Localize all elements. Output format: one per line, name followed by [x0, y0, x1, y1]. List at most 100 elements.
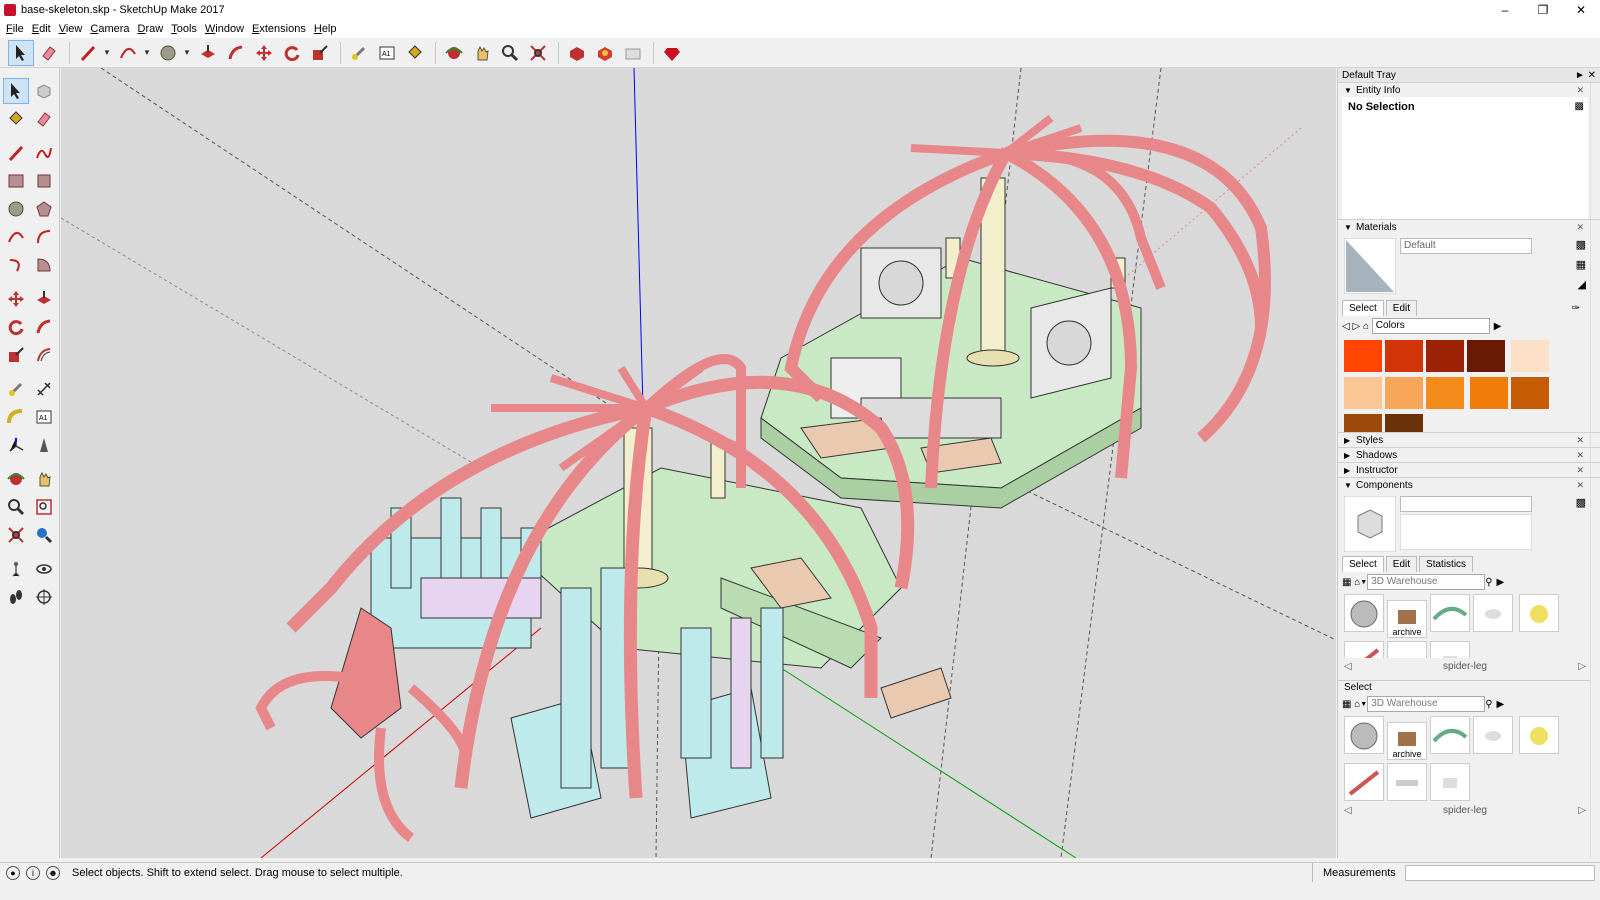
paint-bucket-icon[interactable] — [3, 106, 29, 132]
circle-icon[interactable] — [155, 40, 181, 66]
instructor-header[interactable]: ▶ Instructor ✕ — [1338, 462, 1600, 477]
chevron-down-icon[interactable]: ▼ — [143, 48, 151, 57]
color-swatch[interactable] — [1344, 414, 1382, 432]
forward-icon[interactable]: ▷ — [1352, 321, 1360, 332]
entity-info-header[interactable]: ▼ Entity Info ✕ — [1338, 82, 1600, 97]
tab-select[interactable]: Select — [1342, 556, 1384, 572]
color-swatch[interactable] — [1511, 377, 1550, 409]
modeling-viewport[interactable] — [61, 68, 1336, 858]
component-description-field[interactable] — [1400, 514, 1532, 550]
tape-measure-icon[interactable] — [346, 40, 372, 66]
freehand-icon[interactable] — [31, 140, 57, 166]
search-icon[interactable]: ⚲ — [1485, 699, 1492, 710]
toggle-details-icon[interactable]: ▩ — [1575, 101, 1584, 112]
scale-icon[interactable] — [3, 342, 29, 368]
three-point-arc-icon[interactable] — [3, 252, 29, 278]
toggle-details-icon[interactable]: ▩ — [1576, 496, 1586, 509]
axes-icon[interactable] — [3, 432, 29, 458]
restore-icon[interactable]: ❐ — [1524, 0, 1562, 20]
menu-edit[interactable]: Edit — [32, 23, 51, 35]
protractor-icon[interactable] — [3, 404, 29, 430]
tab-edit[interactable]: Edit — [1385, 300, 1418, 316]
zoom-icon[interactable] — [497, 40, 523, 66]
chevron-down-icon[interactable]: ▼ — [1360, 701, 1367, 708]
look-around-icon[interactable] — [31, 556, 57, 582]
component-thumb[interactable] — [1387, 641, 1427, 658]
component-thumb[interactable] — [1430, 641, 1470, 658]
3d-text-icon[interactable] — [31, 432, 57, 458]
close-icon[interactable]: ✕ — [1576, 480, 1584, 491]
component-thumb[interactable] — [1344, 716, 1384, 754]
chevron-down-icon[interactable]: ▼ — [183, 48, 191, 57]
component-thumb[interactable] — [1473, 594, 1513, 632]
close-icon[interactable]: ✕ — [1576, 222, 1584, 233]
tab-edit[interactable]: Edit — [1385, 556, 1418, 572]
previous-icon[interactable]: ◁ — [1344, 661, 1352, 672]
push-pull-icon[interactable] — [31, 286, 57, 312]
component-name-field[interactable] — [1400, 496, 1532, 512]
materials-header[interactable]: ▼ Materials ✕ — [1338, 219, 1600, 234]
chevron-down-icon[interactable]: ▼ — [1360, 579, 1367, 586]
chevron-down-icon[interactable]: ▼ — [103, 48, 111, 57]
color-swatch[interactable] — [1467, 340, 1505, 372]
color-swatch[interactable] — [1470, 377, 1509, 409]
walk-icon[interactable] — [3, 584, 29, 610]
push-pull-icon[interactable] — [195, 40, 221, 66]
paint-bucket-icon[interactable] — [402, 40, 428, 66]
minimize-icon[interactable]: – — [1486, 0, 1524, 20]
warehouse-search-input[interactable]: 3D Warehouse — [1367, 574, 1486, 590]
color-swatch[interactable] — [1344, 377, 1382, 409]
next-icon[interactable]: ▷ — [1578, 805, 1586, 816]
close-icon[interactable]: ✕ — [1576, 465, 1584, 476]
details-icon[interactable]: ▶ — [1494, 321, 1502, 332]
zoom-window-icon[interactable] — [31, 494, 57, 520]
eraser-icon[interactable] — [36, 40, 62, 66]
info-icon[interactable]: i — [26, 865, 40, 880]
component-thumb[interactable] — [1430, 716, 1470, 754]
orbit-icon[interactable] — [3, 466, 29, 492]
section-plane-icon[interactable] — [31, 584, 57, 610]
tab-statistics[interactable]: Statistics — [1419, 556, 1474, 572]
previous-view-icon[interactable] — [31, 522, 57, 548]
select-icon[interactable] — [3, 78, 29, 104]
zoom-icon[interactable] — [3, 494, 29, 520]
move-icon[interactable] — [251, 40, 277, 66]
close-icon[interactable]: ✕ — [1562, 0, 1600, 20]
component-thumb[interactable] — [1519, 594, 1560, 632]
line-icon[interactable] — [75, 40, 101, 66]
menu-tools[interactable]: Tools — [171, 23, 197, 35]
tab-select[interactable]: Select — [1342, 300, 1384, 316]
create-material-icon[interactable]: ▩ — [1576, 238, 1586, 251]
polygon-icon[interactable] — [31, 196, 57, 222]
menu-camera[interactable]: Camera — [90, 23, 129, 35]
layout-icon[interactable] — [620, 40, 646, 66]
component-thumb[interactable] — [1519, 716, 1560, 754]
close-icon[interactable]: ✕ — [1576, 85, 1584, 96]
styles-header[interactable]: ▶ Styles ✕ — [1338, 432, 1600, 447]
next-icon[interactable]: ▷ — [1578, 661, 1586, 672]
pin-icon[interactable]: ► ✕ — [1575, 70, 1596, 81]
dimension-icon[interactable] — [31, 376, 57, 402]
two-point-arc-icon[interactable] — [31, 224, 57, 250]
eraser-icon[interactable] — [31, 106, 57, 132]
menu-extensions[interactable]: Extensions — [252, 23, 306, 35]
color-swatch[interactable] — [1426, 377, 1464, 409]
library-dropdown[interactable]: Colors — [1371, 318, 1490, 334]
select-icon[interactable] — [8, 39, 34, 66]
user-icon[interactable]: ☻ — [46, 865, 60, 880]
details-icon[interactable]: ▶ — [1497, 577, 1505, 588]
component-thumb[interactable] — [1344, 763, 1384, 801]
pan-icon[interactable] — [31, 466, 57, 492]
make-component-icon[interactable] — [31, 78, 57, 104]
scale-icon[interactable] — [307, 40, 333, 66]
extension-warehouse-icon[interactable] — [592, 40, 618, 66]
warehouse-search-input[interactable]: 3D Warehouse — [1367, 696, 1486, 712]
default-material-icon[interactable]: ◢ — [1578, 278, 1586, 291]
menu-window[interactable]: Window — [205, 23, 244, 35]
details-icon[interactable]: ▶ — [1497, 699, 1505, 710]
offset-icon[interactable] — [31, 342, 57, 368]
line-icon[interactable] — [3, 140, 29, 166]
rotate-icon[interactable] — [279, 40, 305, 66]
color-swatch[interactable] — [1511, 340, 1550, 372]
zoom-extents-icon[interactable] — [525, 40, 551, 66]
